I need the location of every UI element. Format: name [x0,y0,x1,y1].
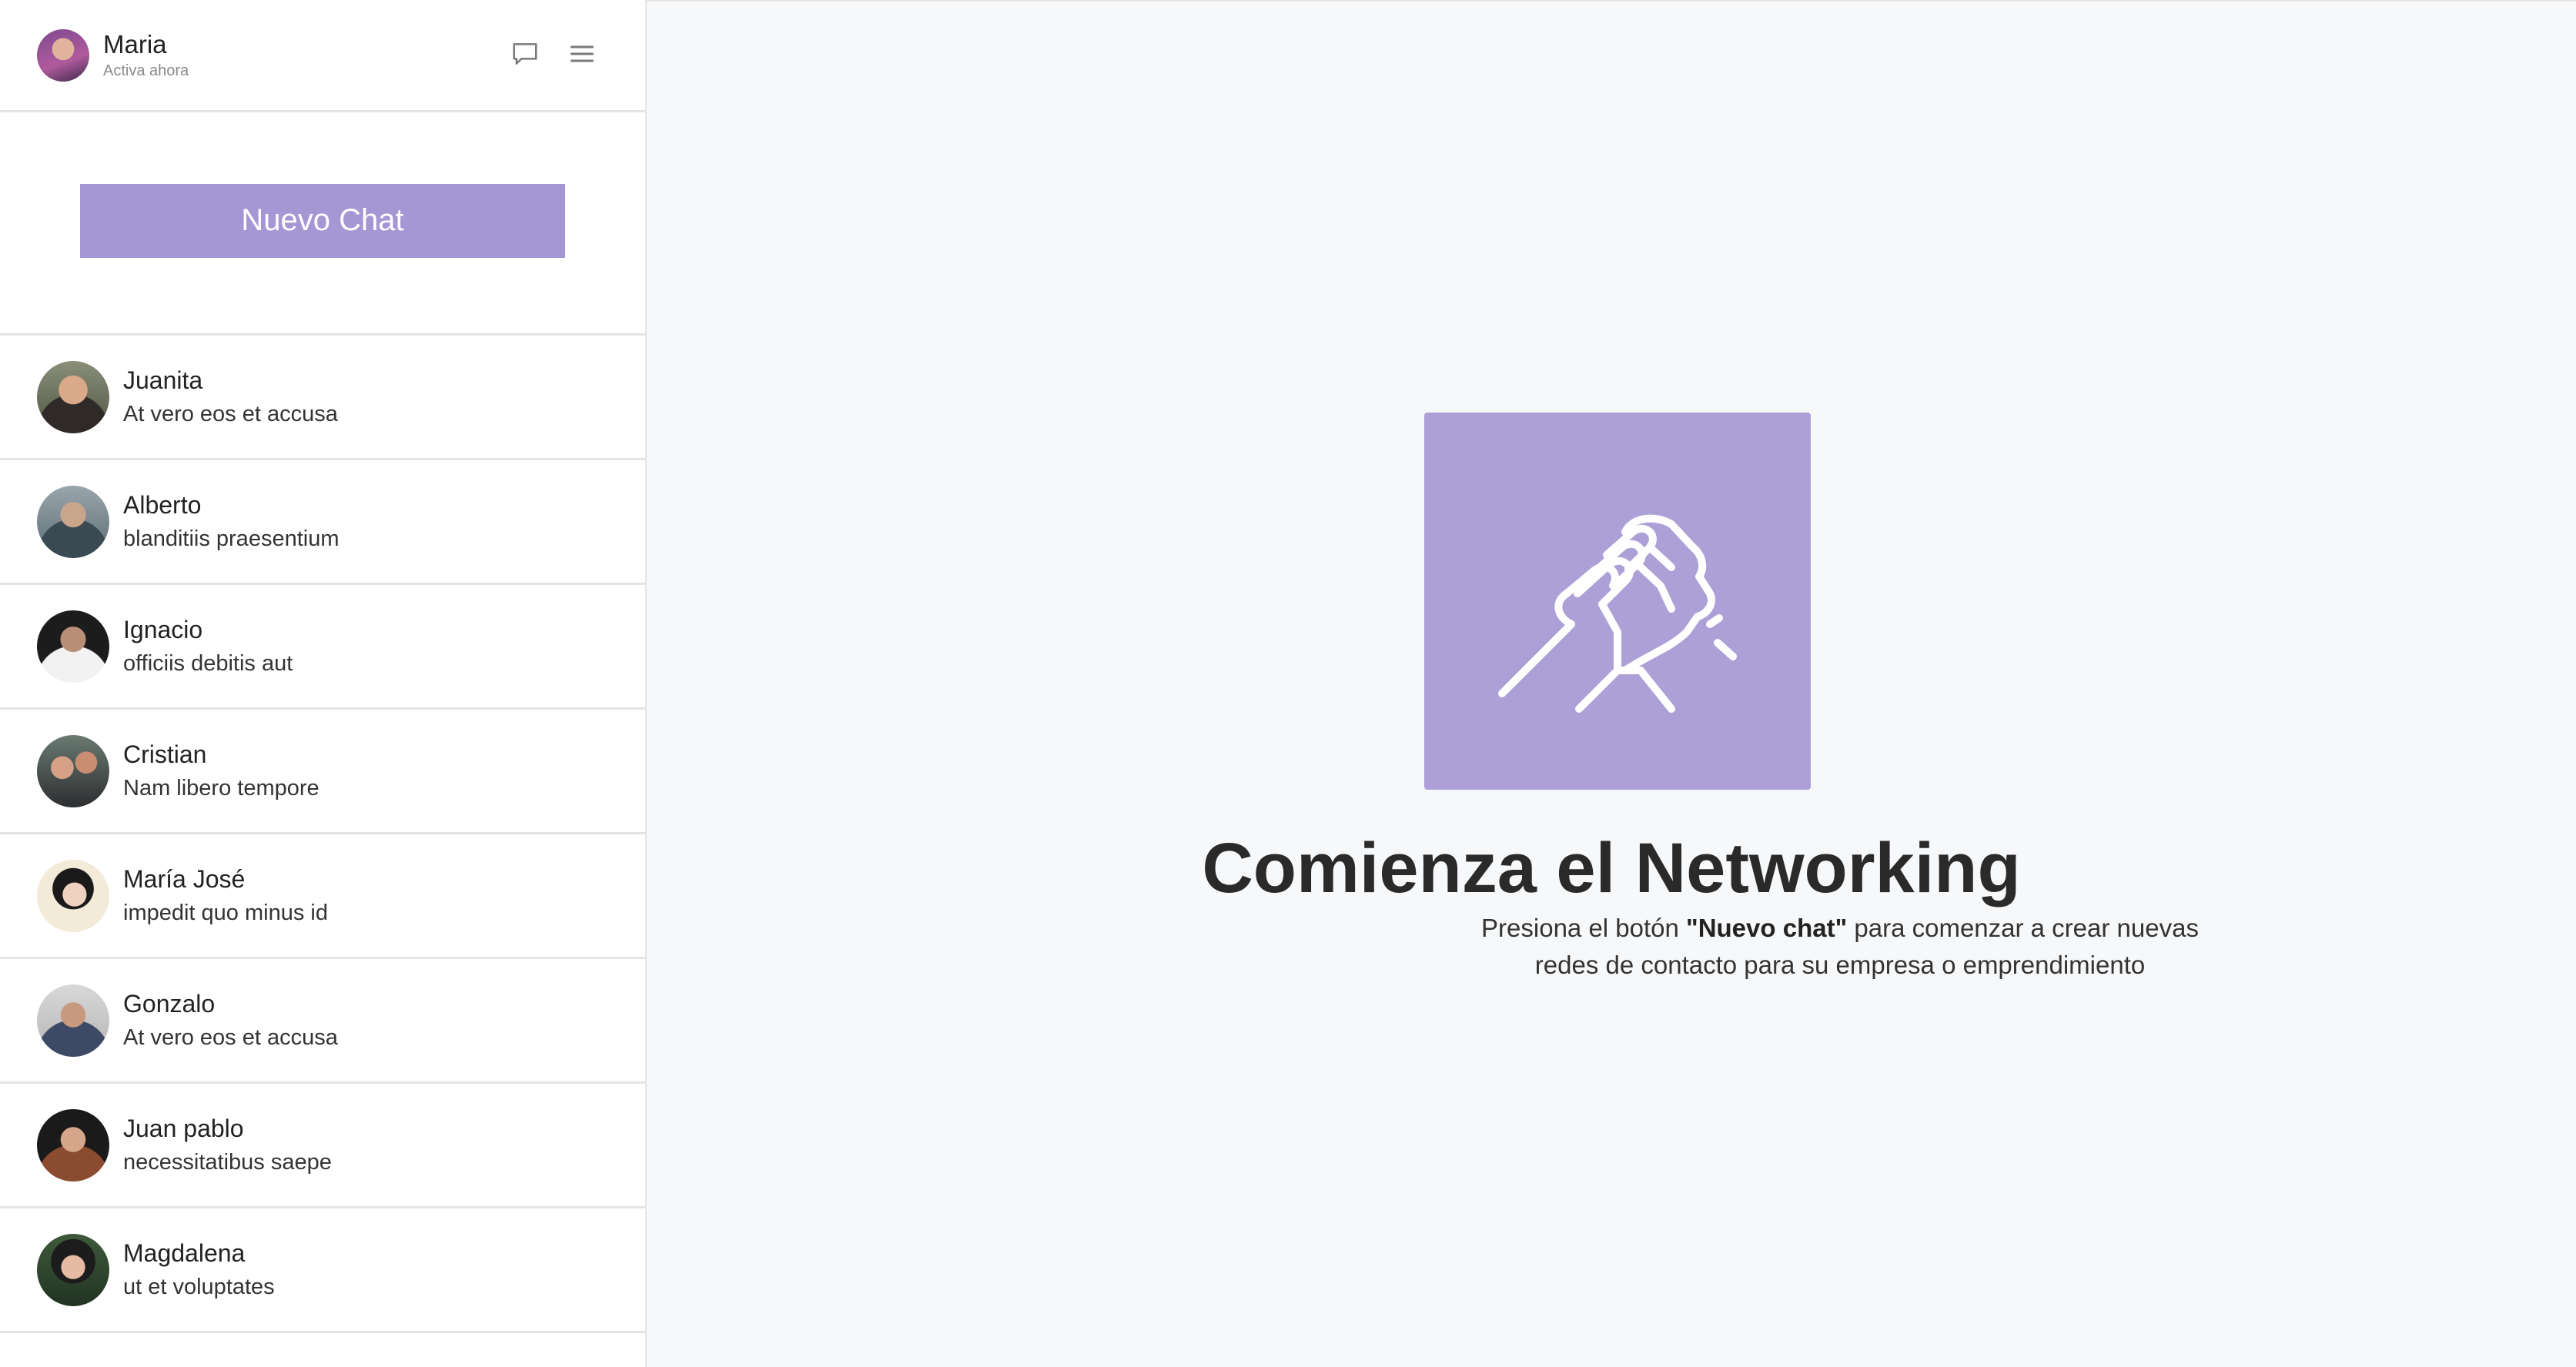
chat-name: Magdalena [123,1238,246,1267]
chat-name: Gonzalo [123,989,216,1018]
chat-item-juanita[interactable]: Juanita At vero eos et accusa [0,336,645,460]
chat-item-juan-pablo[interactable]: Juan pablo necessitatibus saepe [0,1084,645,1208]
chat-name: Ignacio [123,615,203,643]
chat-bubble-icon[interactable] [510,38,540,69]
chat-name: María José [123,864,246,893]
hero-illustration [1424,413,1811,790]
chat-message: blanditiis praesentium [123,526,340,551]
chat-text: Magdalena ut et voluptates [123,1236,275,1304]
avatar [37,610,109,683]
chat-name: Juan pablo [123,1114,244,1142]
handshake-icon [1498,514,1737,713]
chat-message: necessitatibus saepe [123,1149,332,1175]
avatar [37,1233,109,1306]
avatar [37,734,109,807]
chat-item-alberto[interactable]: Alberto blanditiis praesentium [0,460,645,585]
main-panel: Comienza el Networking Presiona el botón… [647,0,2576,1367]
header-icons [510,38,597,69]
chat-message: impedit quo minus id [123,900,328,925]
new-chat-section: Nuevo Chat [0,112,645,336]
chat-message: At vero eos et accusa [123,401,338,426]
user-info: Maria Activa ahora [103,29,189,82]
sidebar-header: Maria Activa ahora [0,0,645,112]
chat-text: Juanita At vero eos et accusa [123,363,338,431]
chat-text: Gonzalo At vero eos et accusa [123,987,338,1054]
chat-text: Ignacio officiis debitis aut [123,613,293,680]
chat-list: Juanita At vero eos et accusa Alberto bl… [0,336,645,1367]
avatar [37,984,109,1057]
chat-text: María José impedit quo minus id [123,862,328,930]
chat-item-cristian[interactable]: Cristian Nam libero tempore [0,710,645,834]
chat-text: Cristian Nam libero tempore [123,737,319,805]
sidebar: Maria Activa ahora Nuevo Chat Juanita At… [0,0,647,1367]
user-name: Maria [103,29,167,58]
hero-title: Comienza el Networking [1202,829,2021,907]
chat-message: ut et voluptates [123,1274,275,1299]
hero-subtitle: Presiona el botón "Nuevo chat" para come… [1447,910,2233,984]
chat-name: Juanita [123,366,203,394]
avatar [37,1108,109,1182]
avatar [37,859,109,932]
chat-message: At vero eos et accusa [123,1024,338,1050]
chat-text: Juan pablo necessitatibus saepe [123,1111,332,1179]
user-status: Activa ahora [103,62,189,79]
chat-text: Alberto blanditiis praesentium [123,488,339,556]
hero-subtitle-pre: Presiona el botón [1481,914,1687,942]
chat-name: Alberto [123,490,202,519]
new-chat-button[interactable]: Nuevo Chat [80,183,565,258]
avatar [37,485,109,558]
chat-item-maria-jose[interactable]: María José impedit quo minus id [0,834,645,959]
chat-name: Cristian [123,740,207,768]
chat-item-gonzalo[interactable]: Gonzalo At vero eos et accusa [0,959,645,1084]
chat-item-magdalena[interactable]: Magdalena ut et voluptates [0,1208,645,1333]
user-avatar[interactable] [37,28,89,82]
chat-item-ignacio[interactable]: Ignacio officiis debitis aut [0,585,645,710]
app: Maria Activa ahora Nuevo Chat Juanita At… [0,0,2576,1367]
chat-message: Nam libero tempore [123,775,319,800]
avatar [37,360,109,433]
menu-icon[interactable] [567,38,597,69]
chat-message: officiis debitis aut [123,650,293,676]
hero-subtitle-bold: "Nuevo chat" [1686,914,1848,942]
